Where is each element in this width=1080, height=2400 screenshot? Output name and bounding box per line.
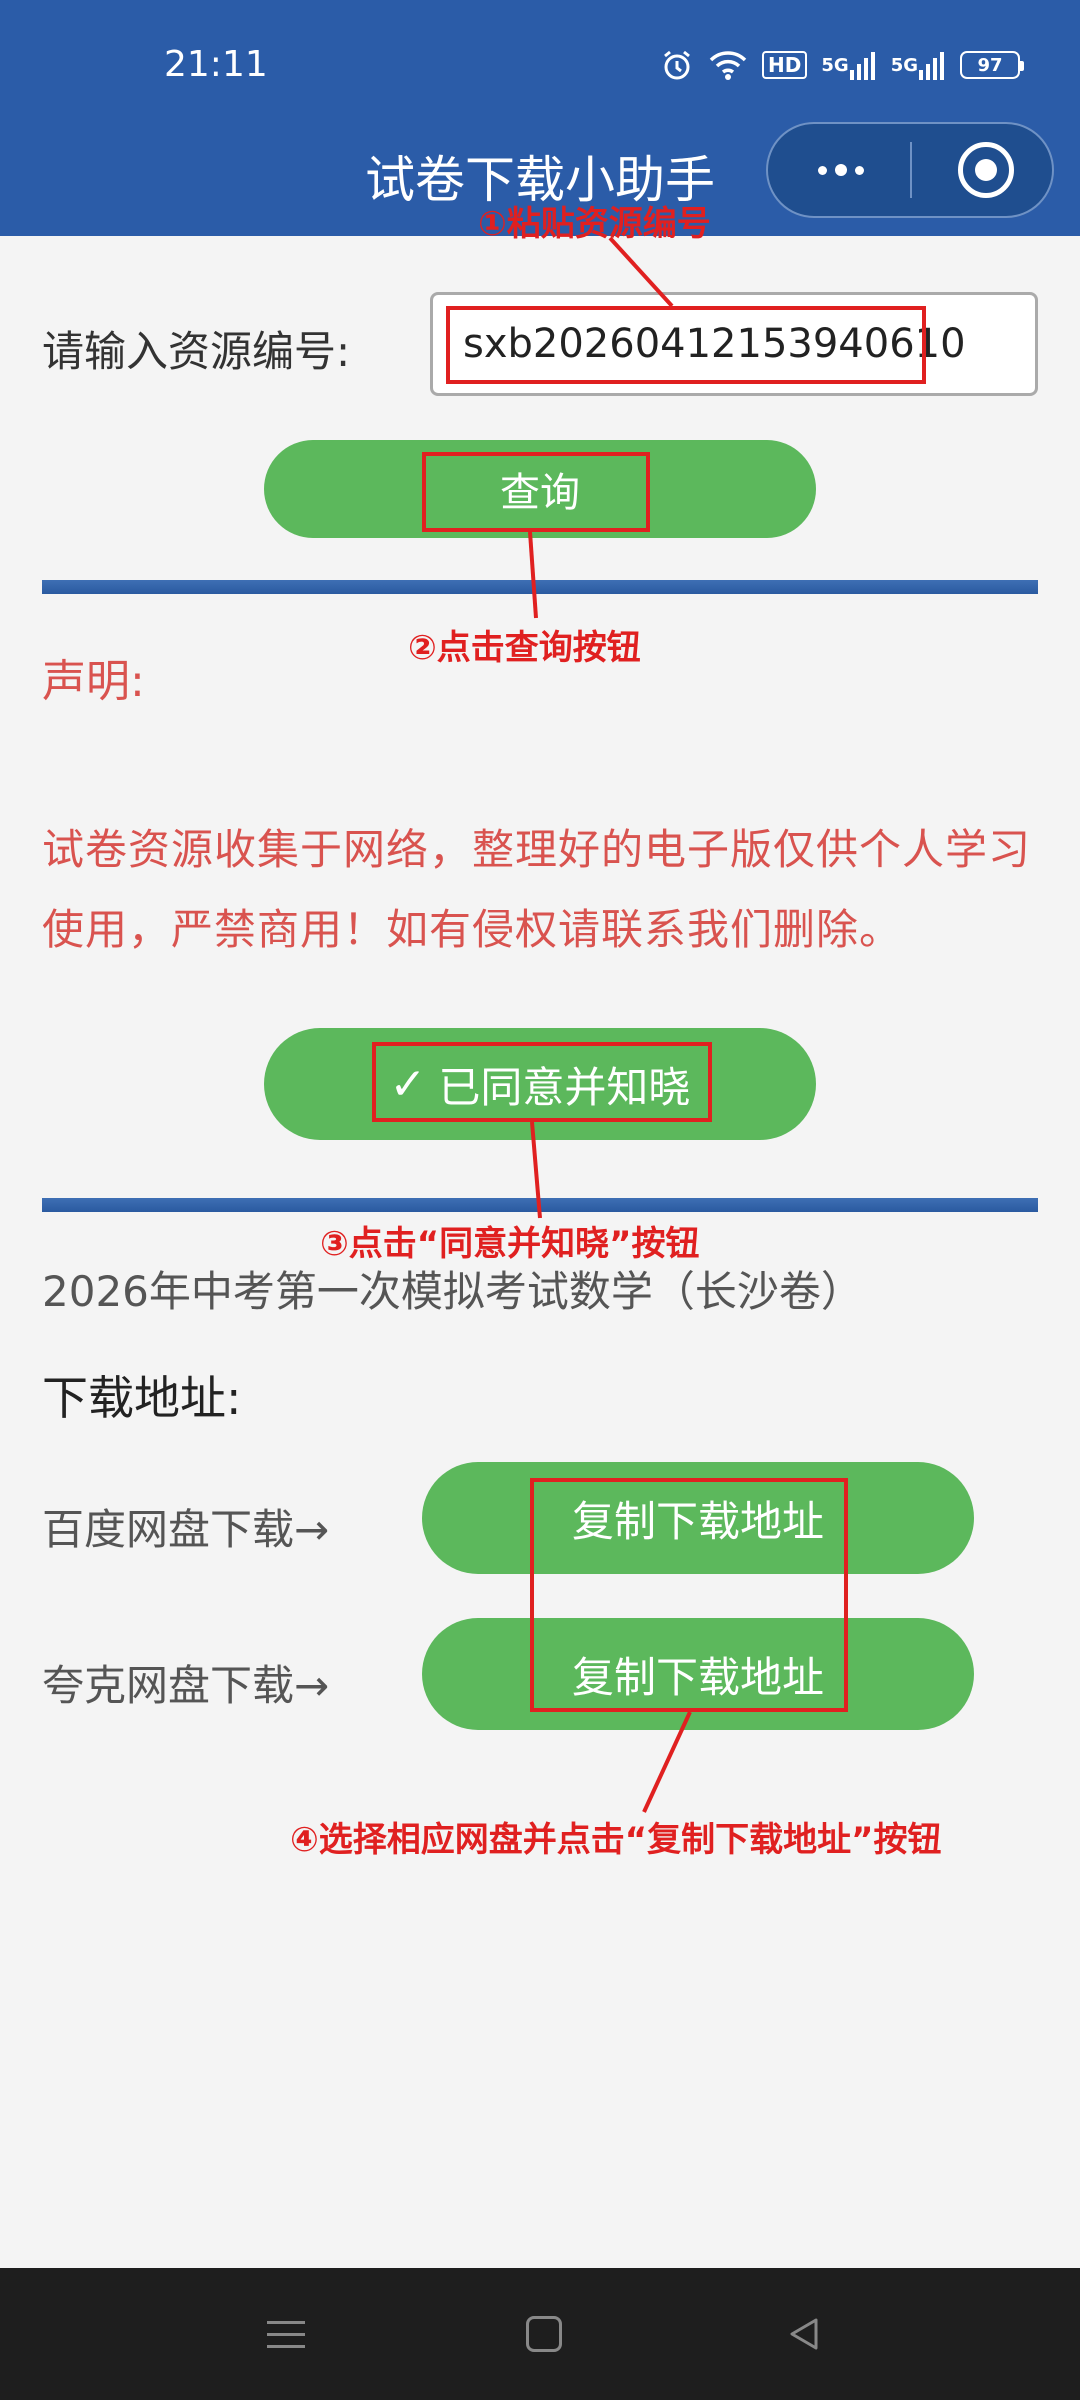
recent-apps-icon[interactable] <box>260 2308 312 2360</box>
home-icon[interactable] <box>518 2308 570 2360</box>
annotation-step-4: ④选择相应网盘并点击“复制下载地址”按钮 <box>290 1820 942 1860</box>
annotation-lines <box>528 236 692 1813</box>
annotation-step-3: ③点击“同意并知晓”按钮 <box>320 1224 700 1264</box>
back-icon[interactable] <box>778 2308 830 2360</box>
annotation-step-1: ①粘贴资源编号 <box>478 204 711 244</box>
annotation-step-2: ②点击查询按钮 <box>408 628 641 668</box>
